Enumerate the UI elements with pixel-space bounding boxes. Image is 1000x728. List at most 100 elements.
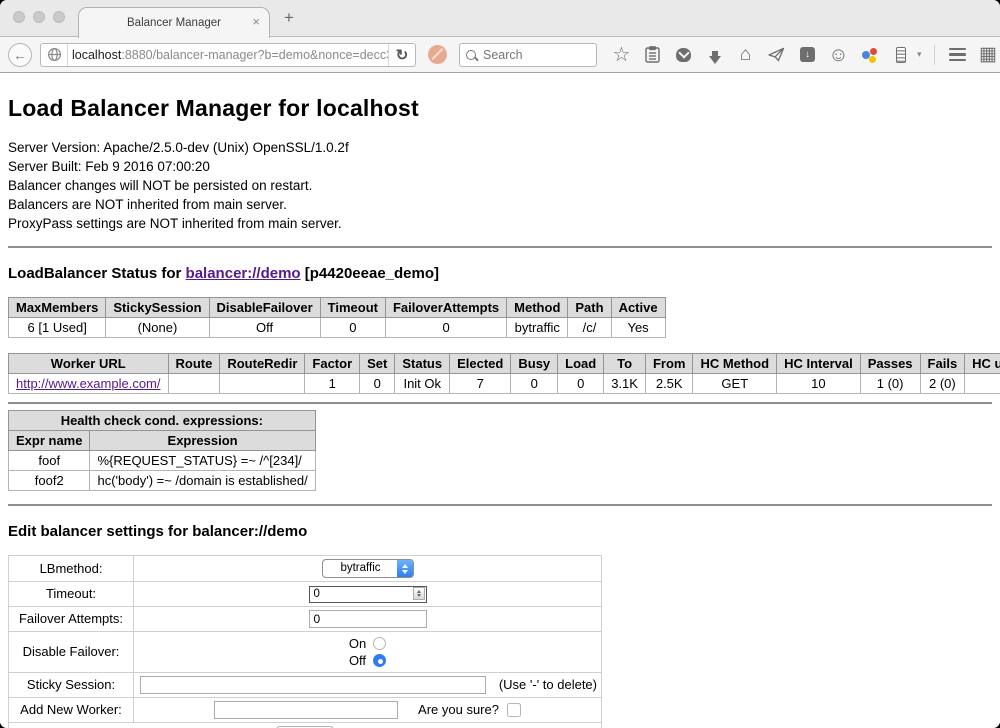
lbmethod-row: LBmethod: bytraffic — [9, 556, 602, 582]
radio-on[interactable] — [373, 637, 386, 650]
cell-expr-name: foof — [9, 451, 90, 471]
col-failoverattempts: FailoverAttempts — [385, 298, 506, 318]
server-built-line: Server Built: Feb 9 2016 07:00:20 — [8, 157, 992, 176]
failover-attempts-label: Failover Attempts: — [9, 606, 134, 631]
col-set: Set — [360, 354, 395, 374]
url-path: :8880/balancer-manager?b=demo&nonce=decc… — [121, 48, 388, 62]
section-divider — [8, 402, 992, 404]
cell-path: /c/ — [568, 318, 611, 338]
col-stickysession: StickySession — [106, 298, 209, 318]
are-you-sure-checkbox[interactable] — [507, 703, 521, 717]
cell-route — [168, 374, 220, 394]
tab-bar: Balancer Manager × + — [0, 0, 1000, 37]
content-blocked-icon[interactable] — [428, 45, 447, 64]
send-plane-icon[interactable] — [766, 44, 787, 65]
cell-from: 2.5K — [645, 374, 693, 394]
cell-routeredir — [220, 374, 305, 394]
new-tab-button[interactable]: + — [284, 8, 294, 28]
col-maxmembers: MaxMembers — [9, 298, 106, 318]
lbmethod-selected-value: bytraffic — [323, 560, 397, 577]
url-text[interactable]: localhost:8880/balancer-manager?b=demo&n… — [68, 48, 388, 62]
cell-method: bytraffic — [507, 318, 568, 338]
cell-set: 0 — [360, 374, 395, 394]
cell-hc-interval: 10 — [777, 374, 861, 394]
inherit-note-line: Balancers are NOT inherited from main se… — [8, 195, 992, 214]
sticky-session-row: Sticky Session: (Use '-' to delete) — [9, 672, 602, 697]
health-title-row: Health check cond. expressions: — [9, 411, 316, 431]
lbmethod-select[interactable]: bytraffic — [322, 559, 414, 578]
health-row-foof: foof %{REQUEST_STATUS} =~ /^[234]/ — [9, 451, 316, 471]
col-worker-url: Worker URL — [9, 354, 169, 374]
radio-off[interactable] — [373, 654, 386, 667]
timeout-input[interactable] — [309, 586, 427, 603]
cell-passes: 1 (0) — [860, 374, 920, 394]
health-row-foof2: foof2 hc('body') =~ /domain is establish… — [9, 471, 316, 491]
col-hc-uri: HC uri — [965, 354, 1000, 374]
add-worker-input[interactable] — [214, 701, 398, 719]
search-input[interactable] — [481, 47, 575, 63]
back-button[interactable]: ← — [8, 43, 32, 67]
balancer-demo-link[interactable]: balancer://demo — [186, 265, 301, 282]
col-from: From — [645, 354, 693, 374]
chevron-down-icon[interactable]: ▾ — [917, 49, 922, 60]
health-header-row: Expr name Expression — [9, 431, 316, 451]
cell-expr-name: foof2 — [9, 471, 90, 491]
cell-expression: %{REQUEST_STATUS} =~ /^[234]/ — [90, 451, 315, 471]
balancer-status-table: MaxMembers StickySession DisableFailover… — [8, 297, 666, 338]
col-method: Method — [507, 298, 568, 318]
persist-note-line: Balancer changes will NOT be persisted o… — [8, 176, 992, 195]
timeout-label: Timeout: — [9, 582, 134, 607]
toolbar-separator — [934, 45, 935, 65]
feedback-smiley-icon[interactable]: ☺ — [828, 44, 849, 65]
pocket-icon[interactable] — [673, 44, 694, 65]
menu-hamburger-icon[interactable] — [947, 44, 968, 65]
zoom-window-button[interactable] — [53, 11, 65, 23]
failover-attempts-input[interactable] — [309, 610, 427, 628]
worker-url-link[interactable]: http://www.example.com/ — [16, 376, 161, 391]
cell-maxmembers: 6 [1 Used] — [9, 318, 106, 338]
cell-stickysession: (None) — [106, 318, 209, 338]
url-bar[interactable]: localhost:8880/balancer-manager?b=demo&n… — [40, 43, 416, 67]
sticky-session-input[interactable] — [140, 676, 486, 694]
col-elected: Elected — [450, 354, 511, 374]
page-content: Load Balancer Manager for localhost Serv… — [0, 73, 1000, 728]
search-icon — [466, 50, 476, 60]
submit-row: Submit — [9, 722, 602, 728]
home-icon[interactable]: ⌂ — [735, 44, 756, 65]
close-window-button[interactable] — [13, 11, 25, 23]
url-host: localhost — [72, 48, 121, 62]
number-spinner-icon[interactable] — [413, 587, 425, 600]
tab-balancer-manager[interactable]: Balancer Manager × — [78, 7, 270, 38]
server-info: Server Version: Apache/2.5.0-dev (Unix) … — [8, 138, 992, 233]
page-title: Load Balancer Manager for localhost — [8, 95, 992, 122]
disable-failover-row: Disable Failover: On Off — [9, 631, 602, 672]
toolbar-icons: ☆ ⌂ ↓ ☺ ▾ ▦ — [611, 44, 999, 65]
health-check-table: Health check cond. expressions: Expr nam… — [8, 410, 316, 491]
bookmark-star-icon[interactable]: ☆ — [611, 44, 632, 65]
minimize-window-button[interactable] — [33, 11, 45, 23]
grid-extension-icon[interactable]: ▦ — [978, 44, 999, 65]
cell-expression: hc('body') =~ /domain is established/ — [90, 471, 315, 491]
lbmethod-label: LBmethod: — [9, 556, 134, 582]
cell-failoverattempts: 0 — [385, 318, 506, 338]
col-hc-method: HC Method — [693, 354, 777, 374]
downloads-icon[interactable] — [704, 44, 725, 65]
colored-dots-extension-icon[interactable] — [859, 44, 880, 65]
tab-close-icon[interactable]: × — [252, 14, 260, 29]
clipboard-icon[interactable] — [642, 44, 663, 65]
save-extension-icon[interactable]: ↓ — [797, 44, 818, 65]
search-bar[interactable] — [459, 43, 597, 67]
reload-button[interactable]: ↻ — [388, 44, 415, 66]
sticky-session-label: Sticky Session: — [9, 672, 134, 697]
col-passes: Passes — [860, 354, 920, 374]
balancer-header-row: MaxMembers StickySession DisableFailover… — [9, 298, 666, 318]
window-controls[interactable] — [13, 11, 65, 23]
battery-extension-icon[interactable] — [890, 44, 911, 65]
globe-icon — [41, 44, 68, 66]
col-active: Active — [611, 298, 665, 318]
cell-to: 3.1K — [604, 374, 646, 394]
radio-on-label: On — [349, 636, 366, 651]
col-load: Load — [558, 354, 604, 374]
failover-attempts-row: Failover Attempts: — [9, 606, 602, 631]
navigation-toolbar: ← localhost:8880/balancer-manager?b=demo… — [0, 37, 1000, 73]
